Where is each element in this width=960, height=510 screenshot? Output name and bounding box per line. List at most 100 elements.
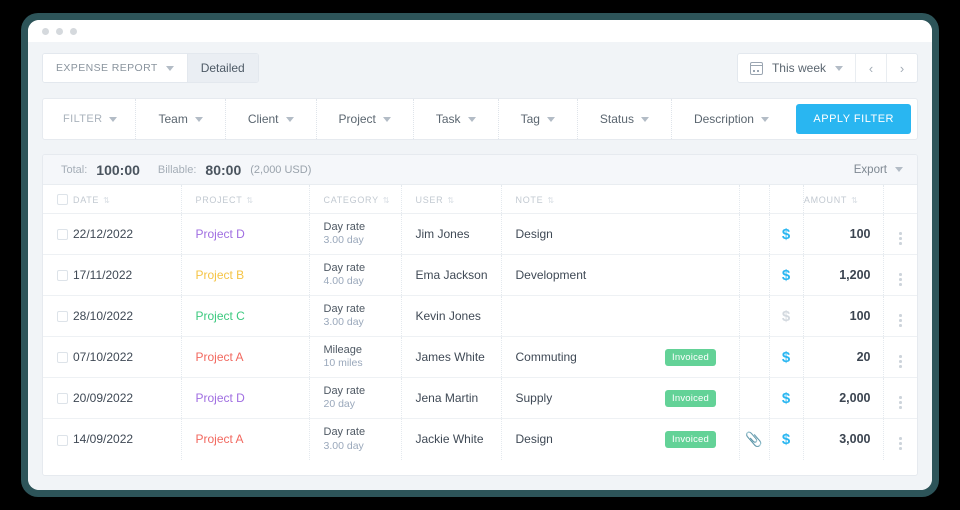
filter-team-label: Team (158, 112, 188, 126)
row-select-cell[interactable] (43, 254, 73, 297)
project-name[interactable]: Project D (196, 391, 245, 405)
export-dropdown[interactable]: Export (854, 164, 903, 176)
sort-icon[interactable]: ⇅ (383, 196, 390, 205)
row-select-cell[interactable] (43, 377, 73, 420)
total-value: 100:00 (96, 161, 140, 178)
sort-icon[interactable]: ⇅ (547, 196, 554, 205)
dollar-icon[interactable]: $ (782, 226, 790, 243)
report-type-dropdown[interactable]: EXPENSE REPORT (43, 54, 187, 82)
project-name[interactable]: Project A (196, 350, 244, 364)
row-checkbox[interactable] (57, 393, 68, 405)
table-row[interactable]: 20/09/2022 Project D Day rate 20 day Jena Ma… (43, 377, 917, 420)
cell-billable[interactable]: $ (768, 377, 803, 420)
cell-user: Jim Jones (400, 213, 501, 256)
project-name[interactable]: Project A (196, 432, 244, 446)
row-checkbox[interactable] (57, 311, 68, 323)
window-dot-close[interactable] (42, 27, 49, 35)
cell-note[interactable]: Commuting (500, 336, 665, 379)
project-name[interactable]: Project B (196, 268, 245, 282)
kebab-menu-icon[interactable] (899, 437, 902, 450)
cell-billable[interactable]: $ (768, 418, 803, 460)
header-user[interactable]: USER ⇅ (400, 185, 501, 215)
cell-note[interactable]: Design (500, 213, 665, 256)
filter-tag[interactable]: Tag (499, 99, 578, 139)
cell-row-menu[interactable] (882, 213, 917, 256)
cell-note[interactable]: Development (500, 254, 665, 297)
chevron-down-icon (194, 116, 203, 122)
filter-team[interactable]: Team (136, 99, 226, 139)
table-row[interactable]: 22/12/2022 Project D Day rate 3.00 day Jim J… (43, 213, 917, 256)
filter-status[interactable]: Status (578, 99, 672, 139)
prev-period-button[interactable]: ‹ (855, 54, 886, 82)
table-row[interactable]: 17/11/2022 Project B Day rate 4.00 day Ema J… (43, 254, 917, 297)
dollar-icon[interactable]: $ (782, 349, 790, 366)
apply-filter-button[interactable]: APPLY FILTER (796, 104, 911, 134)
totals-bar: Total: 100:00 Billable: 80:00 (2,000 USD… (43, 155, 917, 185)
filter-client[interactable]: Client (226, 99, 317, 139)
dollar-icon[interactable]: $ (782, 431, 790, 448)
kebab-menu-icon[interactable] (899, 273, 902, 286)
tab-detailed[interactable]: Detailed (186, 54, 258, 82)
header-menu-spacer (882, 185, 917, 215)
dollar-icon[interactable]: $ (782, 390, 790, 407)
filter-project[interactable]: Project (317, 99, 414, 139)
cell-attachment[interactable]: 📎 (738, 418, 769, 460)
kebab-menu-icon[interactable] (899, 232, 902, 245)
date-range-dropdown[interactable]: This week (738, 54, 855, 82)
cell-billable[interactable]: $ (768, 213, 803, 256)
row-select-cell[interactable] (43, 295, 73, 338)
row-select-cell[interactable] (43, 419, 73, 460)
cell-date: 17/11/2022 (73, 254, 181, 297)
row-checkbox[interactable] (57, 434, 68, 446)
cell-row-menu[interactable] (882, 295, 917, 338)
screenshot-stage: EXPENSE REPORT Detailed This week ‹ › FI… (0, 0, 960, 510)
cell-category: Day rate 20 day (308, 377, 401, 420)
kebab-menu-icon[interactable] (899, 314, 902, 327)
row-checkbox[interactable] (57, 229, 68, 241)
kebab-menu-icon[interactable] (899, 355, 902, 368)
header-category[interactable]: CATEGORY ⇅ (308, 185, 401, 215)
cell-note[interactable] (500, 295, 665, 338)
header-attachment-spacer (738, 185, 769, 215)
filter-task[interactable]: Task (414, 99, 499, 139)
window-dot-minimize[interactable] (56, 27, 63, 35)
cell-billable[interactable]: $ (768, 254, 803, 297)
window-dot-maximize[interactable] (70, 27, 77, 35)
project-name[interactable]: Project C (196, 309, 245, 323)
row-select-cell[interactable] (43, 336, 73, 379)
next-period-button[interactable]: › (886, 54, 917, 82)
cell-billable[interactable]: $ (768, 336, 803, 379)
sort-icon[interactable]: ⇅ (851, 196, 858, 205)
kebab-menu-icon[interactable] (899, 396, 902, 409)
row-checkbox[interactable] (57, 270, 68, 282)
sort-icon[interactable]: ⇅ (103, 196, 110, 205)
sort-icon[interactable]: ⇅ (246, 196, 253, 205)
paperclip-icon[interactable]: 📎 (745, 431, 762, 447)
cell-note[interactable]: Supply (500, 377, 665, 420)
table-row[interactable]: 14/09/2022 Project A Day rate 3.00 day Jacki… (43, 418, 917, 460)
select-all-checkbox[interactable] (57, 194, 68, 206)
header-date[interactable]: DATE ⇅ (73, 185, 181, 215)
filter-description[interactable]: Description (672, 99, 791, 139)
sort-icon[interactable]: ⇅ (447, 196, 454, 205)
header-amount[interactable]: AMOUNT ⇅ (802, 185, 883, 215)
header-note[interactable]: NOTE ⇅ (500, 185, 665, 215)
row-select-cell[interactable] (43, 213, 73, 256)
table-row[interactable]: 28/10/2022 Project C Day rate 3.00 day Kevin… (43, 295, 917, 338)
header-select-all[interactable] (43, 185, 73, 215)
filter-label-dropdown[interactable]: FILTER (43, 99, 137, 139)
cell-row-menu[interactable] (882, 254, 917, 297)
table-row[interactable]: 07/10/2022 Project A Mileage 10 miles James … (43, 336, 917, 379)
cell-row-menu[interactable] (882, 418, 917, 460)
cell-note[interactable]: Design (500, 418, 665, 460)
cell-row-menu[interactable] (882, 377, 917, 420)
cell-row-menu[interactable] (882, 336, 917, 379)
dollar-icon[interactable]: $ (782, 308, 790, 325)
project-name[interactable]: Project D (196, 227, 245, 241)
category-name: Day rate (323, 425, 366, 438)
header-project[interactable]: PROJECT ⇅ (180, 185, 309, 215)
cell-amount: 2,000 (802, 377, 883, 420)
row-checkbox[interactable] (57, 352, 68, 364)
cell-billable[interactable]: $ (768, 295, 803, 338)
dollar-icon[interactable]: $ (782, 267, 790, 284)
